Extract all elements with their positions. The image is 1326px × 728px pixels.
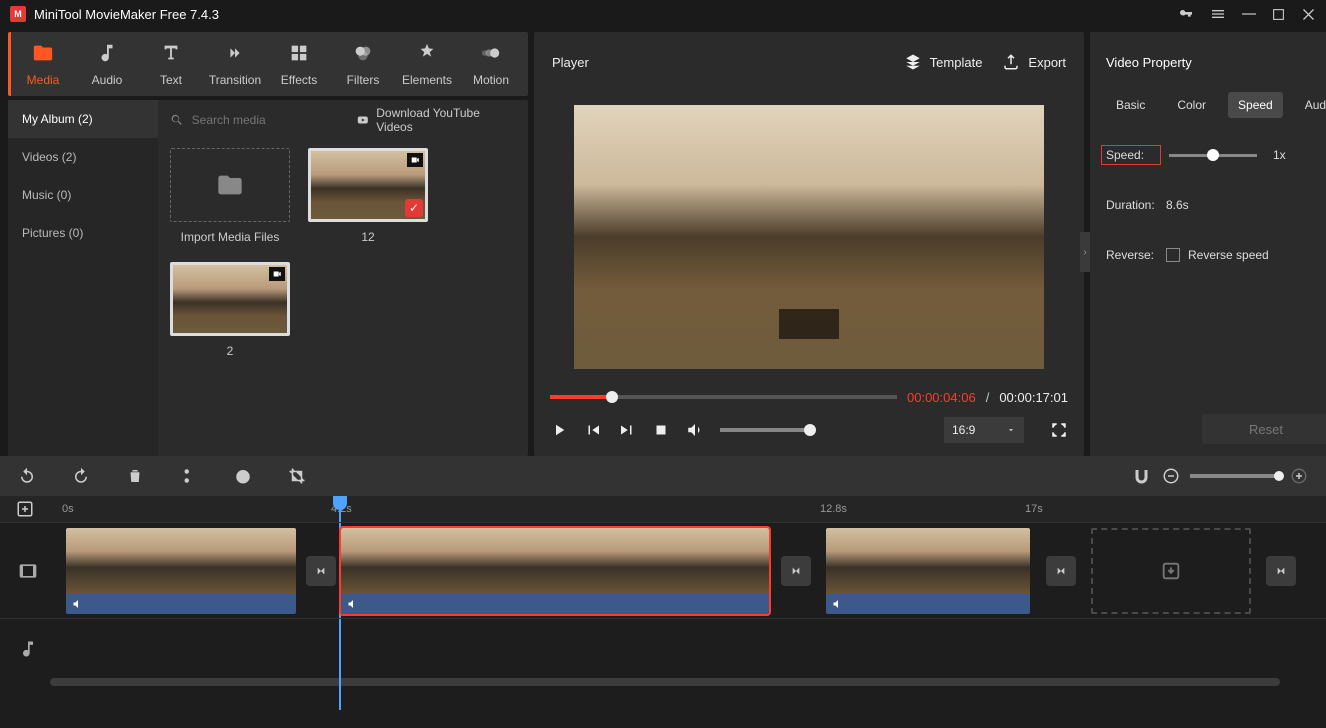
fullscreen-icon[interactable] bbox=[1050, 421, 1068, 439]
prop-tab-audio[interactable]: Audio bbox=[1295, 92, 1326, 118]
sidebar-item-music[interactable]: Music (0) bbox=[8, 176, 158, 214]
player-title: Player bbox=[552, 55, 589, 70]
reset-button[interactable]: Reset bbox=[1202, 414, 1326, 444]
timeline-clip[interactable] bbox=[826, 528, 1030, 614]
time-current: 00:00:04:06 bbox=[907, 390, 976, 405]
timeline-clip[interactable] bbox=[66, 528, 296, 614]
tab-media[interactable]: Media bbox=[11, 32, 75, 96]
aspect-select[interactable]: 16:9 bbox=[944, 417, 1024, 443]
template-button[interactable]: Template bbox=[904, 53, 983, 71]
sidebar-item-videos[interactable]: Videos (2) bbox=[8, 138, 158, 176]
transition-button[interactable] bbox=[1046, 556, 1076, 586]
tab-elements[interactable]: Elements bbox=[395, 32, 459, 96]
snap-icon[interactable] bbox=[1134, 467, 1152, 485]
sidebar-item-myalbum[interactable]: My Album (2) bbox=[8, 100, 158, 138]
ruler-mark: 17s bbox=[1025, 503, 1043, 515]
volume-slider[interactable] bbox=[720, 428, 810, 432]
audio-track-icon bbox=[0, 639, 56, 659]
add-track-icon[interactable] bbox=[16, 500, 34, 521]
split-icon[interactable] bbox=[180, 467, 198, 485]
collapse-panel-icon[interactable]: › bbox=[1080, 232, 1090, 272]
prev-frame-icon[interactable] bbox=[584, 421, 602, 439]
minimize-icon[interactable] bbox=[1242, 7, 1256, 21]
preview-canvas bbox=[574, 105, 1044, 369]
progress-slider[interactable] bbox=[550, 395, 897, 399]
dropzone[interactable] bbox=[1091, 528, 1251, 614]
reverse-checkbox[interactable] bbox=[1166, 248, 1180, 262]
zoom-in-icon[interactable] bbox=[1290, 467, 1308, 485]
play-icon[interactable] bbox=[550, 421, 568, 439]
prop-tab-speed[interactable]: Speed bbox=[1228, 92, 1283, 118]
speed-label: Speed: bbox=[1101, 145, 1161, 165]
delete-icon[interactable] bbox=[126, 467, 144, 485]
next-frame-icon[interactable] bbox=[618, 421, 636, 439]
transition-button[interactable] bbox=[781, 556, 811, 586]
import-media-button[interactable]: Import Media Files bbox=[170, 148, 290, 244]
undo-icon[interactable] bbox=[18, 467, 36, 485]
app-logo: M bbox=[10, 6, 26, 22]
speed-slider[interactable] bbox=[1169, 154, 1257, 157]
time-total: 00:00:17:01 bbox=[999, 390, 1068, 405]
prop-tab-color[interactable]: Color bbox=[1167, 92, 1216, 118]
tab-audio[interactable]: Audio bbox=[75, 32, 139, 96]
tab-effects[interactable]: Effects bbox=[267, 32, 331, 96]
redo-icon[interactable] bbox=[72, 467, 90, 485]
search-input[interactable] bbox=[192, 113, 347, 127]
media-item[interactable]: 2 bbox=[170, 262, 290, 358]
sidebar-item-pictures[interactable]: Pictures (0) bbox=[8, 214, 158, 252]
zoom-slider[interactable] bbox=[1190, 474, 1280, 478]
speed-icon[interactable] bbox=[234, 467, 252, 485]
reverse-option: Reverse speed bbox=[1188, 248, 1269, 262]
tab-transition[interactable]: Transition bbox=[203, 32, 267, 96]
prop-tab-basic[interactable]: Basic bbox=[1106, 92, 1155, 118]
speed-value: 1x bbox=[1273, 148, 1286, 162]
check-icon: ✓ bbox=[405, 199, 423, 217]
close-icon[interactable] bbox=[1301, 7, 1316, 22]
timeline-clip[interactable] bbox=[341, 528, 769, 614]
transition-button[interactable] bbox=[1266, 556, 1296, 586]
video-icon bbox=[407, 153, 423, 167]
tab-text[interactable]: Text bbox=[139, 32, 203, 96]
duration-value: 8.6s bbox=[1166, 198, 1189, 212]
export-button[interactable]: Export bbox=[1002, 53, 1066, 71]
chevron-down-icon bbox=[1006, 425, 1016, 435]
transition-button[interactable] bbox=[306, 556, 336, 586]
zoom-out-icon[interactable] bbox=[1162, 467, 1180, 485]
stop-icon[interactable] bbox=[652, 421, 670, 439]
search-icon bbox=[170, 113, 184, 127]
ruler-mark: 0s bbox=[62, 503, 74, 515]
library-sidebar: My Album (2) Videos (2) Music (0) Pictur… bbox=[8, 100, 158, 456]
property-title: Video Property bbox=[1090, 32, 1326, 92]
playhead[interactable] bbox=[333, 496, 347, 510]
media-item[interactable]: ✓ 12 bbox=[308, 148, 428, 244]
hamburger-icon[interactable] bbox=[1210, 6, 1226, 22]
maximize-icon[interactable] bbox=[1272, 8, 1285, 21]
video-track-icon bbox=[0, 561, 56, 581]
app-title: MiniTool MovieMaker Free 7.4.3 bbox=[34, 7, 219, 22]
video-icon bbox=[269, 267, 285, 281]
duration-label: Duration: bbox=[1106, 198, 1166, 212]
download-youtube-link[interactable]: Download YouTube Videos bbox=[355, 106, 516, 134]
tab-motion[interactable]: Motion bbox=[459, 32, 523, 96]
volume-icon[interactable] bbox=[686, 421, 704, 439]
timeline-ruler[interactable]: 0s 4.2s 12.8s 17s bbox=[0, 496, 1326, 522]
crop-icon[interactable] bbox=[288, 467, 306, 485]
ruler-mark: 12.8s bbox=[820, 503, 847, 515]
key-icon[interactable] bbox=[1178, 6, 1194, 22]
tab-filters[interactable]: Filters bbox=[331, 32, 395, 96]
reverse-label: Reverse: bbox=[1106, 248, 1166, 262]
